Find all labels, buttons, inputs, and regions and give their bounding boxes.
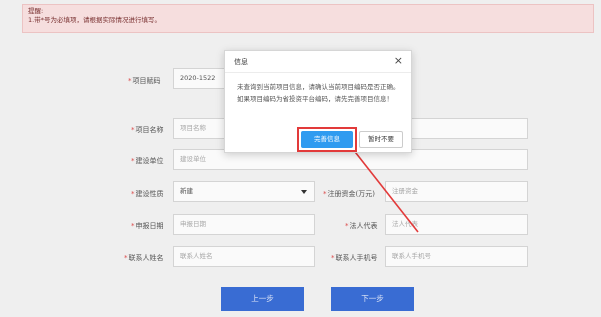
modal-overlay: [0, 0, 601, 317]
page: 提醒: 1.带*号为必填项，请根据实际情况进行填写。 *项目赋码 2020-15…: [0, 0, 601, 317]
info-dialog: 信息 × 未查询到当前项目信息，请确认当前项目编码是否正确。如果项目编码为省投资…: [224, 50, 412, 153]
not-now-button[interactable]: 暂时不要: [359, 131, 403, 148]
dialog-message: 未查询到当前项目信息，请确认当前项目编码是否正确。如果项目编码为省投资平台编码，…: [237, 83, 400, 103]
dialog-title: 信息: [234, 58, 248, 66]
close-icon[interactable]: ×: [394, 55, 403, 67]
dialog-header: 信息 ×: [225, 51, 411, 73]
complete-info-button[interactable]: 完善信息: [301, 131, 353, 148]
